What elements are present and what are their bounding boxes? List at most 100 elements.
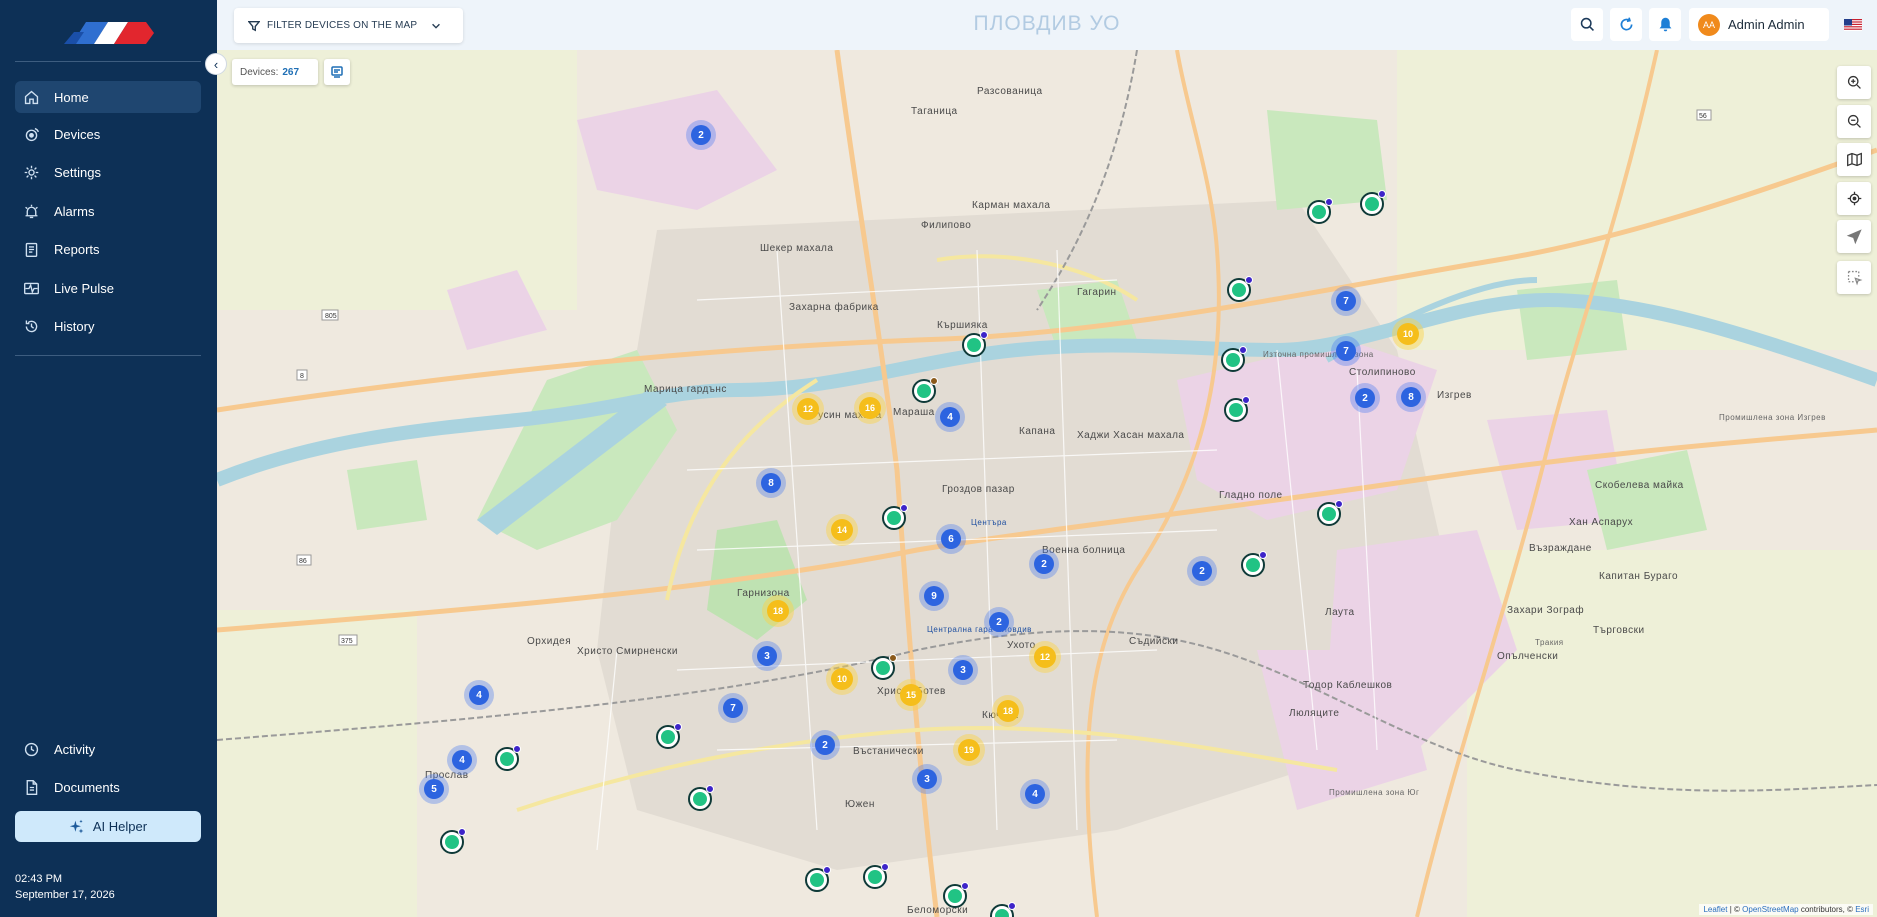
device-marker[interactable] (1317, 500, 1343, 526)
map-view[interactable]: 805 8 86 375 56 Разсованица Таганица Кар… (217, 50, 1877, 917)
device-marker[interactable] (863, 863, 889, 889)
select-area-icon (1847, 270, 1862, 286)
device-cluster[interactable]: 4 (1025, 784, 1045, 804)
reports-icon (22, 240, 40, 258)
device-cluster[interactable]: 7 (723, 698, 743, 718)
zoom-in-button[interactable] (1837, 66, 1871, 99)
status-dot (1325, 198, 1333, 206)
notifications-button[interactable] (1649, 8, 1681, 41)
device-marker[interactable] (440, 828, 466, 854)
status-dot (1245, 276, 1253, 284)
navigate-icon (1846, 229, 1862, 245)
device-marker[interactable] (912, 377, 938, 403)
sidebar-item-history[interactable]: History (15, 310, 201, 342)
device-cluster[interactable]: 9 (924, 586, 944, 606)
device-cluster[interactable]: 14 (831, 519, 853, 541)
clock-date: September 17, 2026 (15, 889, 115, 901)
us-flag-icon[interactable] (1844, 19, 1862, 31)
device-marker[interactable] (495, 745, 521, 771)
device-cluster[interactable]: 6 (941, 529, 961, 549)
device-marker[interactable] (882, 504, 908, 530)
device-cluster[interactable]: 4 (940, 407, 960, 427)
device-marker[interactable] (805, 866, 831, 892)
status-dot (1008, 902, 1016, 910)
device-marker[interactable] (1224, 396, 1250, 422)
place-label: Промишлена зона Юг (1329, 788, 1420, 797)
place-label: Карман махала (972, 200, 1051, 211)
device-marker[interactable] (1241, 551, 1267, 577)
device-cluster[interactable]: 4 (452, 750, 472, 770)
search-button[interactable] (1571, 8, 1603, 41)
locate-button[interactable] (1837, 182, 1871, 215)
sidebar-item-devices[interactable]: Devices (15, 118, 201, 150)
topbar: FILTER DEVICES ON THE MAP ПЛОВДИВ УО AA … (217, 0, 1877, 50)
device-cluster[interactable]: 8 (761, 473, 781, 493)
device-cluster[interactable]: 2 (691, 125, 711, 145)
device-marker[interactable] (1227, 276, 1253, 302)
device-cluster[interactable]: 19 (958, 739, 980, 761)
sidebar-item-documents[interactable]: Documents (15, 771, 201, 803)
sidebar-item-label: Reports (54, 241, 100, 257)
device-marker[interactable] (990, 902, 1016, 917)
device-cluster[interactable]: 2 (989, 612, 1009, 632)
map-layers-button[interactable] (1837, 143, 1871, 176)
ai-helper-button[interactable]: AI Helper (15, 811, 201, 842)
esri-link[interactable]: Esri (1855, 905, 1869, 914)
place-label: Опълченски (1497, 651, 1559, 662)
sidebar-item-activity[interactable]: Activity (15, 733, 201, 765)
devices-label: Devices: (240, 66, 279, 78)
device-cluster[interactable]: 7 (1336, 291, 1356, 311)
status-dot (674, 723, 682, 731)
device-marker[interactable] (1360, 190, 1386, 216)
navigate-button[interactable] (1837, 220, 1871, 253)
device-cluster[interactable]: 7 (1336, 341, 1356, 361)
device-cluster[interactable]: 2 (1034, 554, 1054, 574)
device-marker[interactable] (943, 882, 969, 908)
device-cluster[interactable]: 5 (424, 779, 444, 799)
device-marker[interactable] (1221, 346, 1247, 372)
device-cluster[interactable]: 16 (859, 397, 881, 419)
device-cluster[interactable]: 12 (797, 398, 819, 420)
collapse-sidebar-button[interactable]: ‹ (205, 53, 227, 75)
device-cluster[interactable]: 15 (900, 684, 922, 706)
sidebar-item-alarms[interactable]: Alarms (15, 195, 201, 227)
sidebar-item-home[interactable]: Home (15, 81, 201, 113)
place-label: Тодор Каблешков (1303, 680, 1393, 691)
device-cluster[interactable]: 2 (1192, 561, 1212, 581)
status-dot (458, 828, 466, 836)
device-marker[interactable] (962, 331, 988, 357)
refresh-button[interactable] (1610, 8, 1642, 41)
status-dot (1378, 190, 1386, 198)
device-cluster[interactable]: 3 (953, 660, 973, 680)
sidebar-item-live-pulse[interactable]: Live Pulse (15, 272, 201, 304)
device-cluster[interactable]: 2 (815, 735, 835, 755)
user-menu[interactable]: AA Admin Admin (1689, 8, 1829, 41)
device-cluster[interactable]: 10 (831, 668, 853, 690)
place-label: Капитан Бураго (1599, 571, 1679, 582)
sidebar-item-label: Activity (54, 741, 96, 757)
device-marker[interactable] (871, 654, 897, 680)
leaflet-link[interactable]: Leaflet (1703, 905, 1727, 914)
device-cluster[interactable]: 3 (757, 646, 777, 666)
activity-icon (22, 740, 40, 758)
device-marker[interactable] (688, 785, 714, 811)
device-cluster[interactable]: 18 (767, 600, 789, 622)
sidebar-item-reports[interactable]: Reports (15, 233, 201, 265)
device-marker[interactable] (1307, 198, 1333, 224)
device-list-button[interactable] (324, 59, 350, 85)
place-label: Ухото (1007, 640, 1036, 651)
select-area-button[interactable] (1837, 261, 1871, 294)
sidebar-item-settings[interactable]: Settings (15, 156, 201, 188)
device-cluster[interactable]: 10 (1397, 323, 1419, 345)
osm-link[interactable]: OpenStreetMap (1742, 905, 1798, 914)
device-cluster[interactable]: 2 (1355, 388, 1375, 408)
place-label: Марица гардънс (644, 384, 727, 395)
device-cluster[interactable]: 12 (1034, 646, 1056, 668)
zoom-out-button[interactable] (1837, 105, 1871, 138)
status-dot (961, 882, 969, 890)
device-cluster[interactable]: 8 (1401, 387, 1421, 407)
device-marker[interactable] (656, 723, 682, 749)
device-cluster[interactable]: 18 (997, 700, 1019, 722)
device-cluster[interactable]: 3 (917, 769, 937, 789)
device-cluster[interactable]: 4 (469, 685, 489, 705)
